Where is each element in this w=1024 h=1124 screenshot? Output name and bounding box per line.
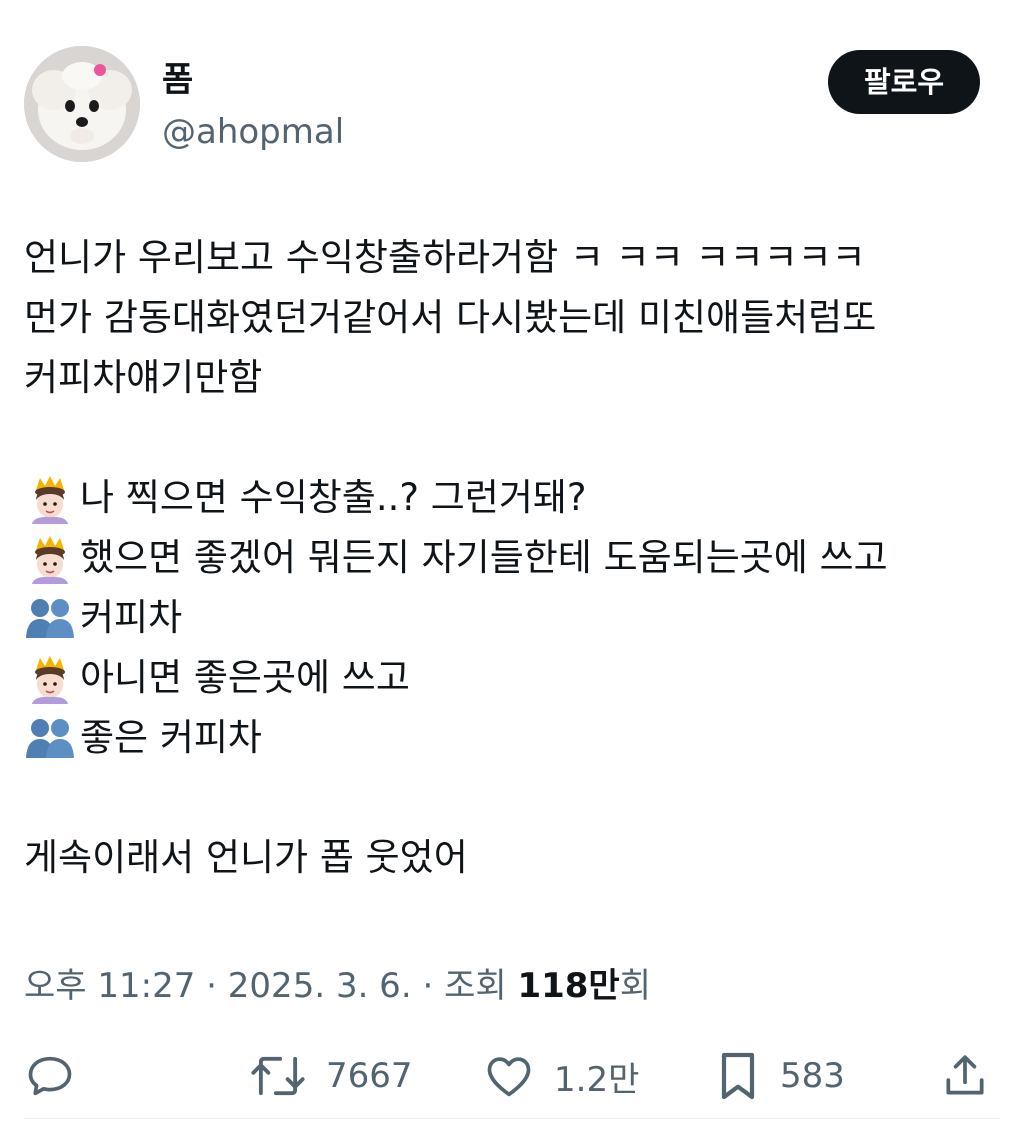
tweet-line-text: 먼가 감동대화였던거같어서 다시봤는데 미친애들처럼또: [24, 296, 877, 339]
tweet-line-text: 했으면 좋겠어 뭐든지 자기들한테 도움되는곳에 쓰고: [80, 536, 888, 579]
like-button[interactable]: 1.2만: [482, 1044, 639, 1108]
two-people-icon: [24, 592, 76, 644]
tweet-time[interactable]: 오후 11:27: [24, 966, 195, 1006]
tweet-line: 했으면 좋겠어 뭐든지 자기들한테 도움되는곳에 쓰고: [24, 528, 999, 588]
princess-icon: [24, 532, 76, 584]
tweet-line-text: 커피차: [80, 596, 183, 639]
avatar[interactable]: [24, 46, 140, 162]
retweet-count: 7667: [326, 1056, 413, 1096]
tweet-line: 커피차얘기만함: [24, 348, 999, 408]
tweet-line: 언니가 우리보고 수익창출하라거함 ㅋ ㅋㅋ ㅋㅋㅋㅋㅋ: [24, 228, 999, 288]
tweet-line: 게속이래서 언니가 폽 웃었어: [24, 828, 999, 888]
tweet-line: 먼가 감동대화였던거같어서 다시봤는데 미친애들처럼또: [24, 288, 999, 348]
tweet-line-text: 아니면 좋은곳에 쓰고: [80, 656, 410, 699]
tweet-header: 폼 @ahopmal 팔로우: [24, 46, 980, 164]
meta-separator: ·: [411, 966, 445, 1006]
heart-icon: [487, 1057, 531, 1097]
tweet-line: 커피차: [24, 588, 999, 648]
bookmark-button[interactable]: 583: [714, 1044, 845, 1108]
bookmark-icon: [721, 1052, 755, 1100]
like-count: 1.2만: [554, 1059, 640, 1100]
dog-avatar-image: [24, 46, 140, 162]
reply-button[interactable]: [24, 1044, 94, 1108]
tweet-meta: 오후 11:27 · 2025. 3. 6. · 조회 118만회: [24, 958, 651, 1014]
retweet-button[interactable]: 7667: [248, 1044, 413, 1108]
user-info: 폼 @ahopmal: [162, 58, 344, 156]
divider: [24, 1118, 1000, 1119]
tweet-line: 좋은 커피차: [24, 708, 999, 768]
tweet-text: 언니가 우리보고 수익창출하라거함 ㅋ ㅋㅋ ㅋㅋㅋㅋㅋ 먼가 감동대화였던거같…: [24, 228, 999, 888]
princess-icon: [24, 472, 76, 524]
share-button[interactable]: [940, 1044, 990, 1108]
tweet-line-text: 언니가 우리보고 수익창출하라거함 ㅋ ㅋㅋ ㅋㅋㅋㅋㅋ: [24, 236, 866, 279]
comment-bubble-icon: [28, 1056, 72, 1096]
tweet-line: 아니면 좋은곳에 쓰고: [24, 648, 999, 708]
tweet-line: 나 찍으면 수익창출..? 그런거돼?: [24, 468, 999, 528]
retweet-icon: [251, 1056, 305, 1096]
tweet-line-text: 커피차얘기만함: [24, 356, 263, 399]
follow-button[interactable]: 팔로우: [828, 50, 980, 114]
views-label: 조회: [444, 966, 518, 1006]
views-suffix: 회: [619, 966, 651, 1006]
meta-separator: ·: [195, 966, 228, 1006]
display-name[interactable]: 폼: [162, 58, 344, 102]
tweet-actions: 7667 1.2만 583: [24, 1044, 992, 1108]
princess-icon: [24, 652, 76, 704]
bookmark-count: 583: [780, 1056, 845, 1096]
tweet-line-text: 나 찍으면 수익창출..? 그런거돼?: [80, 476, 587, 519]
views-count: 118만: [517, 966, 620, 1006]
tweet-line-text: 게속이래서 언니가 폽 웃었어: [24, 836, 468, 879]
share-icon: [946, 1055, 984, 1095]
tweet-line-text: 좋은 커피차: [80, 716, 262, 759]
tweet-date[interactable]: 2025. 3. 6.: [228, 966, 412, 1006]
user-handle[interactable]: @ahopmal: [162, 108, 344, 156]
two-people-icon: [24, 712, 76, 764]
